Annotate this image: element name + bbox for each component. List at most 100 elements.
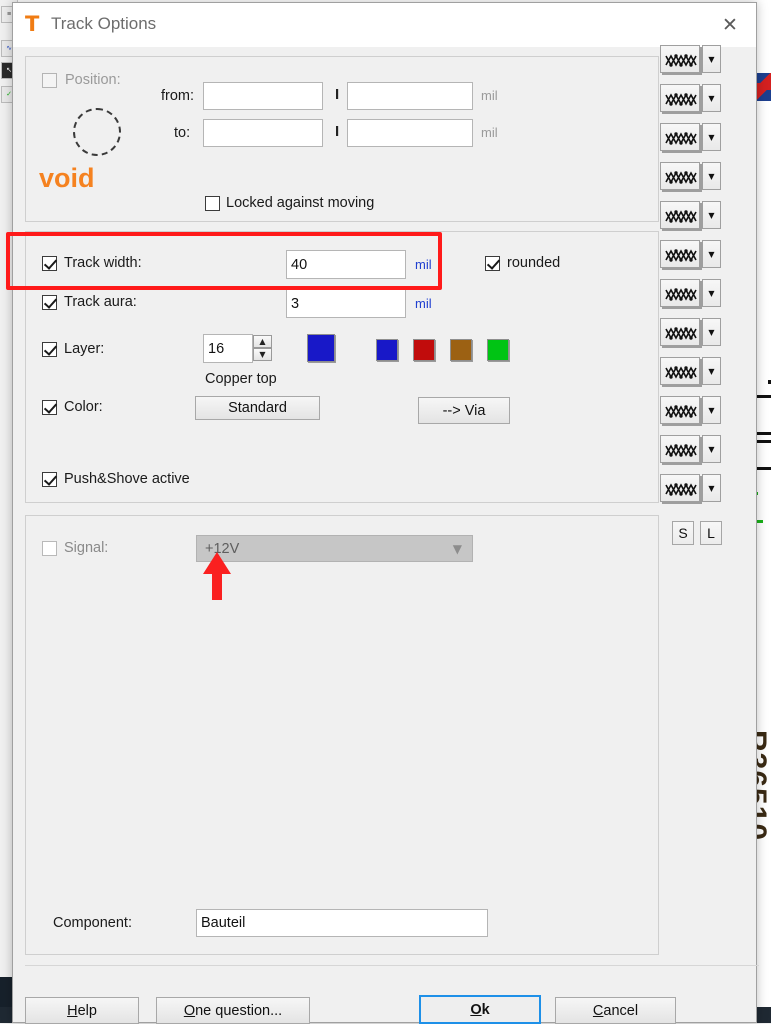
dialog-title: Track Options [51, 14, 156, 34]
to-x-input[interactable] [203, 119, 323, 147]
track-style-button-7[interactable] [660, 318, 700, 346]
signal-group [25, 515, 659, 955]
dialog-titlebar[interactable]: T Track Options ✕ [13, 3, 756, 47]
ok-rest: k [482, 1002, 490, 1018]
track-style-dropdown-9[interactable]: ▼ [702, 396, 721, 424]
layer-current-color-swatch[interactable] [307, 334, 335, 362]
to-separator: I [335, 123, 339, 140]
track-style-dropdown-3[interactable]: ▼ [702, 162, 721, 190]
footer-divider [25, 965, 759, 966]
close-icon[interactable]: ✕ [710, 9, 750, 41]
cancel-rest: ancel [603, 1003, 638, 1019]
track-aura-unit-label[interactable]: mil [415, 296, 432, 311]
track-aura-input[interactable] [286, 289, 406, 318]
layer-spinner-up[interactable]: ▲ [253, 335, 272, 348]
shape-preview-circle [73, 108, 121, 156]
track-style-button-11[interactable] [660, 474, 700, 502]
track-style-button-4[interactable] [660, 201, 700, 229]
track-style-dropdown-5[interactable]: ▼ [702, 240, 721, 268]
layer-checkbox[interactable] [42, 342, 57, 357]
track-style-button-2[interactable] [660, 123, 700, 151]
track-style-button-1[interactable] [660, 84, 700, 112]
ok-button[interactable]: Ok [419, 995, 541, 1024]
flag-icon [755, 73, 771, 101]
rounded-label: rounded [507, 255, 560, 271]
palette-color-swatch-2[interactable] [450, 339, 472, 361]
track-width-unit-label[interactable]: mil [415, 257, 432, 272]
track-t-icon: T [25, 14, 45, 36]
component-input[interactable] [196, 909, 488, 937]
track-style-toolbar: ▼ ▼ ▼ ▼ ▼ ▼ ▼ ▼ ▼ ▼ ▼ ▼ SL [650, 45, 730, 565]
pushshove-label: Push&Shove active [64, 471, 190, 487]
one-question-rest: ne question... [195, 1003, 282, 1019]
signal-combobox-value: +12V [197, 541, 239, 557]
cancel-button[interactable]: Cancel [555, 997, 676, 1024]
track-style-dropdown-7[interactable]: ▼ [702, 318, 721, 346]
track-aura-label: Track aura: [64, 294, 137, 310]
from-x-input[interactable] [203, 82, 323, 110]
palette-color-swatch-0[interactable] [376, 339, 398, 361]
help-button[interactable]: Help [25, 997, 139, 1024]
layer-input[interactable] [203, 334, 253, 363]
from-y-input[interactable] [347, 82, 473, 110]
track-style-dropdown-1[interactable]: ▼ [702, 84, 721, 112]
component-label: Component: [53, 915, 132, 931]
standard-color-button[interactable]: Standard [195, 396, 320, 420]
from-separator: I [335, 86, 339, 103]
track-style-dropdown-0[interactable]: ▼ [702, 45, 721, 73]
via-button[interactable]: --> Via [418, 397, 510, 424]
layer-view-button[interactable]: L [700, 521, 722, 545]
track-width-input[interactable] [286, 250, 406, 279]
to-unit-label: mil [481, 125, 498, 140]
track-style-button-0[interactable] [660, 45, 700, 73]
void-label: void [39, 163, 95, 194]
track-style-dropdown-8[interactable]: ▼ [702, 357, 721, 385]
ok-button-label: Ok [470, 1002, 489, 1018]
track-width-checkbox[interactable] [42, 256, 57, 271]
pushshove-checkbox[interactable] [42, 472, 57, 487]
track-style-button-9[interactable] [660, 396, 700, 424]
palette-color-swatch-1[interactable] [413, 339, 435, 361]
locked-checkbox[interactable] [205, 196, 220, 211]
track-style-button-10[interactable] [660, 435, 700, 463]
one-question-button-label: One question... [184, 1003, 282, 1019]
track-style-dropdown-2[interactable]: ▼ [702, 123, 721, 151]
track-style-button-5[interactable] [660, 240, 700, 268]
track-style-dropdown-11[interactable]: ▼ [702, 474, 721, 502]
from-unit-label: mil [481, 88, 498, 103]
track-style-dropdown-4[interactable]: ▼ [702, 201, 721, 229]
palette-color-swatch-3[interactable] [487, 339, 509, 361]
signal-checkbox[interactable] [42, 541, 57, 556]
to-label: to: [174, 125, 190, 141]
ok-accel: O [470, 1002, 481, 1018]
help-button-label: Help [67, 1003, 97, 1019]
color-label: Color: [64, 399, 103, 415]
signal-label: Signal: [64, 540, 108, 556]
help-accel: H [67, 1003, 77, 1019]
layer-label: Layer: [64, 341, 104, 357]
track-style-dropdown-10[interactable]: ▼ [702, 435, 721, 463]
track-aura-checkbox[interactable] [42, 295, 57, 310]
signal-view-button[interactable]: S [672, 521, 694, 545]
cancel-accel: C [593, 1003, 603, 1019]
position-checkbox[interactable] [42, 73, 57, 88]
track-style-button-3[interactable] [660, 162, 700, 190]
locked-label: Locked against moving [226, 195, 374, 211]
track-style-dropdown-6[interactable]: ▼ [702, 279, 721, 307]
layer-name-label: Copper top [205, 371, 277, 387]
cancel-button-label: Cancel [593, 1003, 638, 1019]
to-y-input[interactable] [347, 119, 473, 147]
help-rest: elp [78, 1003, 97, 1019]
one-question-accel: O [184, 1003, 195, 1019]
signal-combobox[interactable]: +12V ▼ [196, 535, 473, 562]
track-width-label: Track width: [64, 255, 142, 271]
track-style-button-6[interactable] [660, 279, 700, 307]
layer-spinner-down[interactable]: ▼ [253, 348, 272, 361]
track-style-button-8[interactable] [660, 357, 700, 385]
from-label: from: [161, 88, 194, 104]
one-question-button[interactable]: One question... [156, 997, 310, 1024]
position-label: Position: [65, 72, 121, 88]
rounded-checkbox[interactable] [485, 256, 500, 271]
track-options-dialog: T Track Options ✕ Position: void from: I… [12, 2, 757, 1023]
color-checkbox[interactable] [42, 400, 57, 415]
